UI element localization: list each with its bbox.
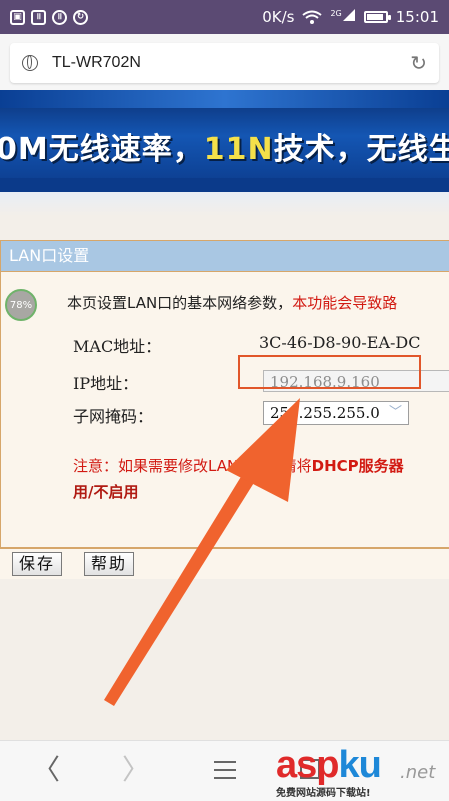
back-button[interactable]: 〈	[32, 755, 60, 785]
forward-button[interactable]: 〉	[122, 755, 150, 785]
watermark-tagline: 免费网站源码下载站!	[276, 788, 371, 799]
menu-icon[interactable]	[214, 761, 236, 779]
site-watermark: aspku .net 免费网站源码下载站!	[276, 742, 449, 800]
watermark-tld: .net	[400, 762, 436, 783]
watermark-logo: aspku	[276, 744, 382, 786]
annotation-arrow-icon	[104, 398, 300, 706]
